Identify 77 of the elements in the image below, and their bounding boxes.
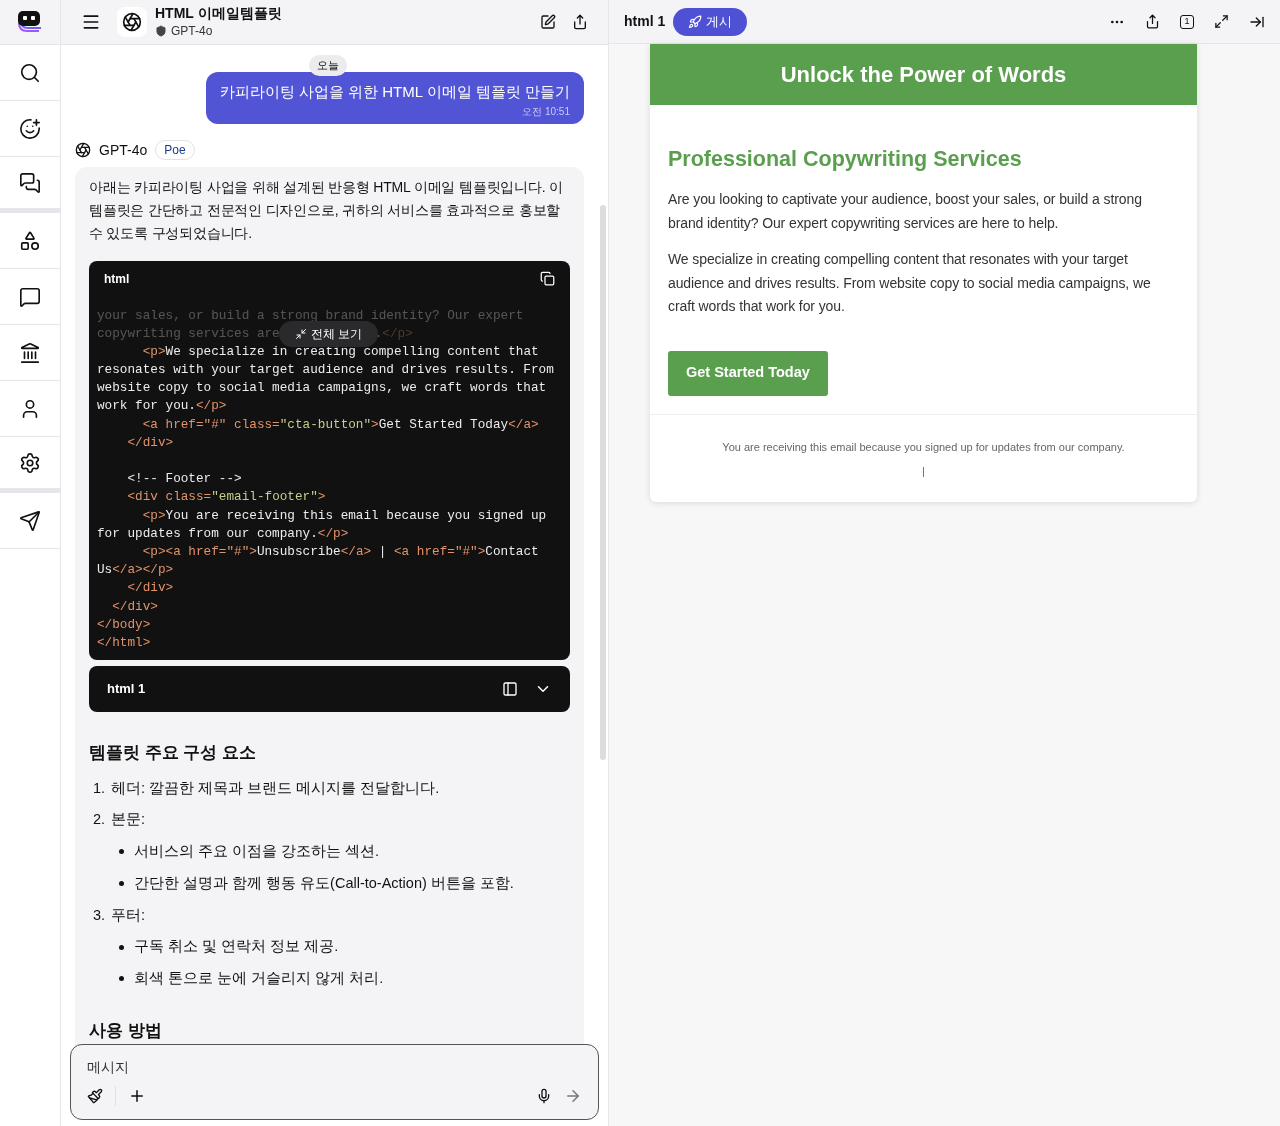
list-item: 간단한 설명과 함께 행동 유도(Call-to-Action) 버튼을 포함. — [134, 873, 514, 893]
resize-icon — [295, 327, 307, 340]
artifact-bar[interactable]: html 1 — [89, 666, 570, 713]
share-icon[interactable] — [572, 14, 588, 30]
message-icon[interactable] — [19, 285, 41, 308]
code-line: <p><a href="#">Unsubscribe</a> | <a href="#">Contact — [141, 542, 539, 561]
banner-title: Unlock the Power of Words — [780, 61, 1067, 89]
code-line: </div> — [111, 597, 158, 616]
send-arrow-icon[interactable] — [564, 1087, 582, 1105]
email-paragraph: Are you looking to captivate your audience, boost your sales, or build a strong brand identity? Our expert copywriting services are here to help. — [668, 190, 1143, 233]
list-item: 푸터: — [111, 905, 146, 925]
list-item: 서비스의 주요 이점을 강조하는 섹션. — [134, 842, 380, 862]
code-line: </div> — [126, 433, 174, 452]
preview-title: html 1 — [624, 12, 666, 31]
publish-button[interactable]: 게시 — [673, 7, 748, 36]
section-heading: 사용 방법 — [89, 1019, 163, 1042]
maximize-icon[interactable] — [1214, 14, 1229, 29]
search-icon[interactable] — [19, 61, 41, 84]
artifact-label: html 1 — [107, 680, 147, 699]
code-line: </html> — [97, 633, 151, 652]
code-line: website copy to social media campaigns, we craft words that — [97, 379, 547, 398]
list-number: 1. — [91, 778, 106, 798]
footer-separator: | — [922, 464, 925, 480]
code-line: <p>You are receiving this email because you signed up — [141, 506, 547, 525]
code-line: </div> — [126, 579, 174, 598]
code-line: work for you.</p> — [97, 397, 227, 416]
code-line: <a href="#" class="cta-button">Get Started Today</a> — [141, 415, 539, 434]
send-icon[interactable] — [19, 509, 41, 532]
code-language: html — [104, 270, 130, 288]
date-label: 오늘 — [309, 55, 347, 76]
code-line: <div class="email-footer"> — [126, 488, 326, 507]
panel-icon[interactable] — [502, 681, 518, 698]
bot-name: GPT-4o — [99, 140, 148, 160]
aperture-icon — [122, 12, 142, 32]
copy-icon[interactable] — [540, 271, 555, 286]
code-line: resonates with your target audience and drives results. From — [97, 361, 554, 380]
message-text: 카피라이팅 사업을 위한 HTML 이메일 템플릿 만들기 — [219, 82, 570, 102]
menu-icon[interactable] — [81, 12, 101, 32]
chat-title: HTML 이메일템플릿 — [155, 4, 283, 22]
code-line: <!-- Footer --> — [126, 470, 242, 489]
share-icon[interactable] — [1145, 14, 1160, 29]
list-item: 구독 취소 및 연락처 정보 제공. — [134, 937, 339, 957]
code-line: for updates from our company.</p> — [97, 524, 349, 543]
aperture-icon — [75, 142, 91, 158]
code-line: Us</a></p> — [97, 561, 174, 580]
settings-icon[interactable] — [19, 451, 41, 474]
paintbrush-icon[interactable] — [87, 1088, 103, 1104]
list-number: 3. — [91, 905, 106, 925]
section-heading: 템플릿 주요 구성 요소 — [89, 742, 258, 765]
message-field[interactable]: 메시지 — [87, 1057, 582, 1078]
page-count-icon[interactable]: 1 — [1180, 14, 1194, 29]
bullet-icon — [119, 944, 124, 950]
bullet-icon — [119, 881, 124, 887]
email-footer-text: You are receiving this email because you signed up for updates from our company. — [722, 439, 1125, 455]
plus-icon[interactable] — [128, 1087, 146, 1105]
landmark-icon[interactable] — [19, 341, 41, 364]
list-item: 본문: — [111, 810, 146, 830]
list-item: 회색 톤으로 눈에 거슬리지 않게 처리. — [134, 969, 384, 989]
message-input[interactable]: 메시지 — [70, 1044, 599, 1120]
shapes-icon[interactable] — [19, 229, 41, 252]
bot-name: GPT-4o — [171, 23, 213, 40]
bullet-icon — [119, 976, 124, 982]
microphone-icon[interactable] — [536, 1088, 552, 1104]
rocket-icon — [688, 14, 703, 29]
smile-plus-icon[interactable] — [19, 117, 41, 140]
message-time: 오전 10:51 — [522, 104, 570, 119]
list-item: 헤더: 깔끔한 제목과 브랜드 메시지를 전달합니다. — [111, 778, 440, 798]
reply-text: 아래는 카피라이팅 사업을 위해 설계된 반응형 HTML 이메일 템플릿입니다. 이 템플릿은 간단하고 전문적인 디자인으로, 귀하의 서비스를 효과적으로 홍보할 수 있도록 구성되었습니다. — [89, 177, 564, 243]
shield-icon — [155, 25, 167, 37]
bullet-icon — [119, 849, 124, 855]
email-heading: Professional Copywriting Services — [668, 146, 1023, 173]
code-line: </body> — [97, 615, 151, 634]
email-paragraph: We specialize in creating compelling content that resonates with your target audience and drives results. From website copy to social media campaigns, we craft words that work for you. — [668, 250, 1152, 317]
code-line: copywriting services are — [97, 324, 280, 343]
edit-icon[interactable] — [540, 14, 556, 30]
chat-bubbles-icon[interactable] — [19, 171, 41, 194]
list-number: 2. — [91, 810, 106, 830]
